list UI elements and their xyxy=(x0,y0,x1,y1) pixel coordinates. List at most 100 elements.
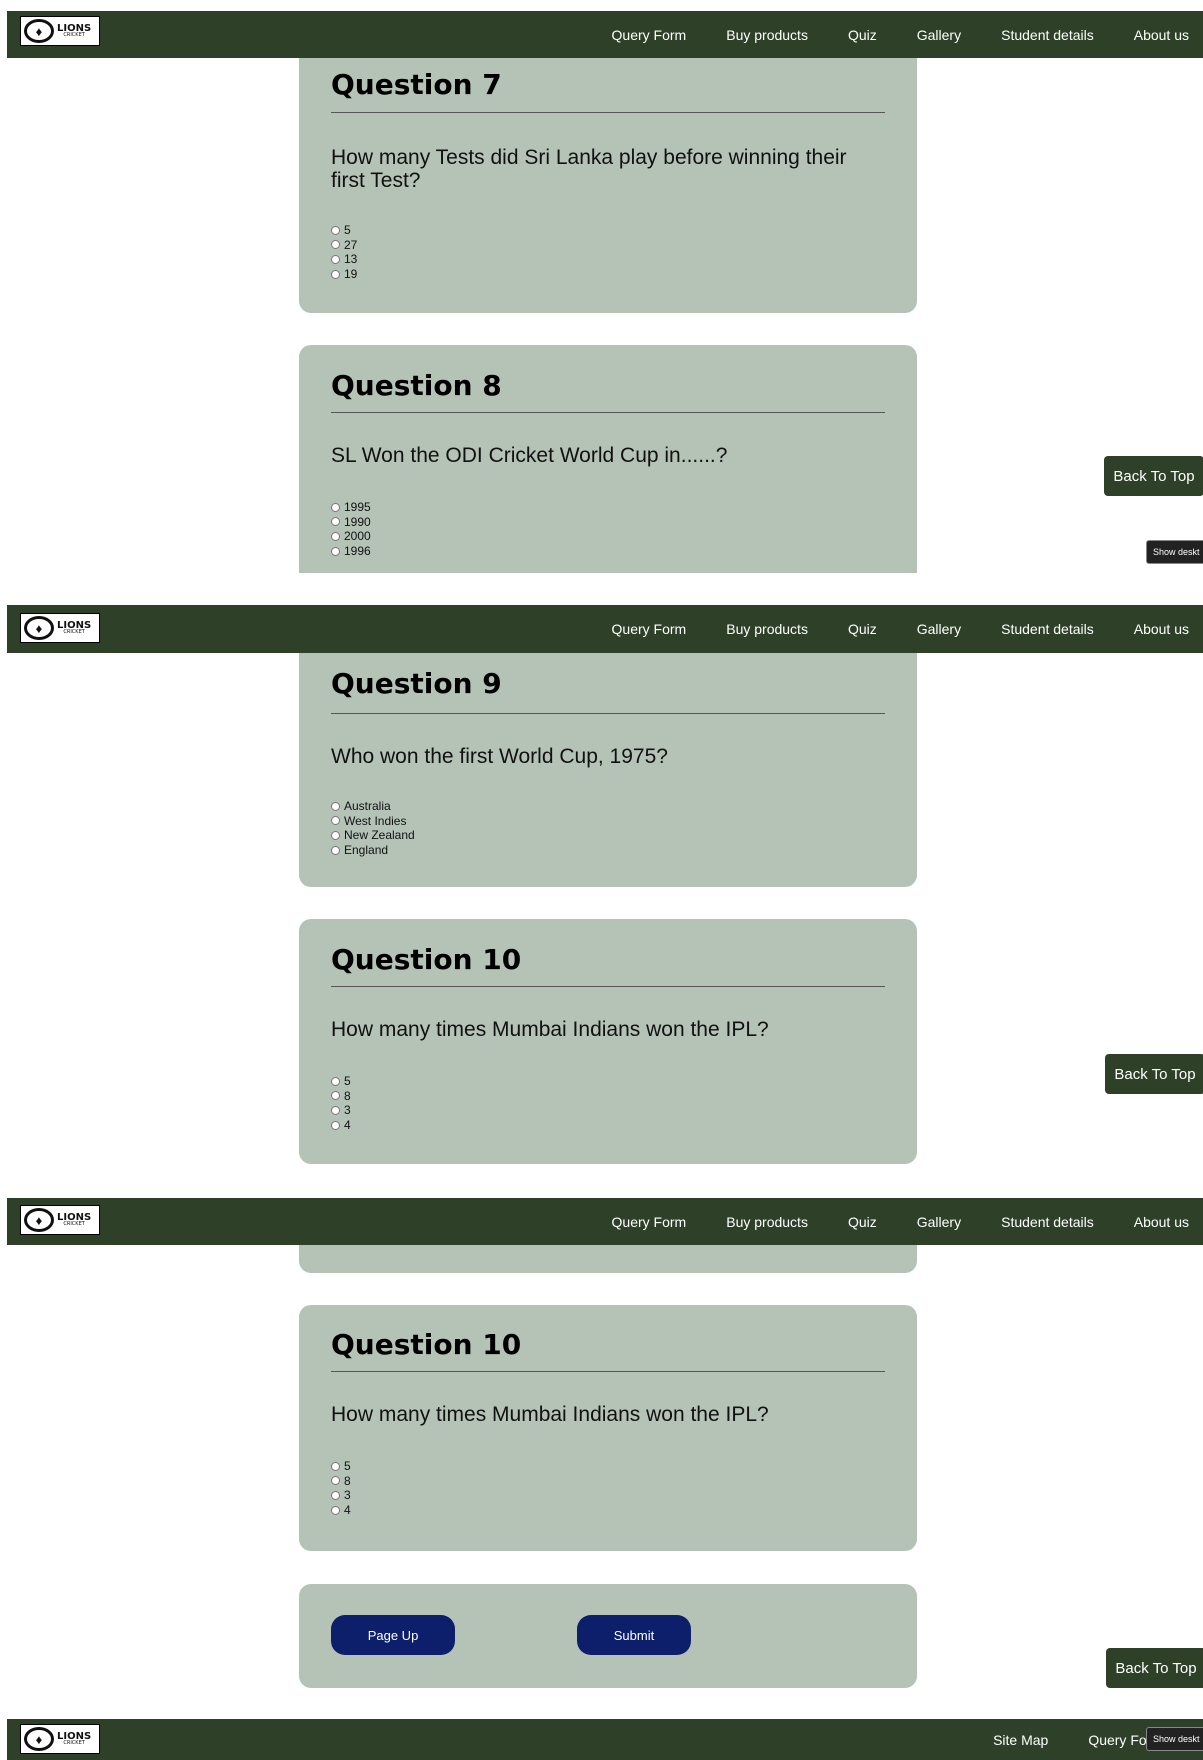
back-to-top-button[interactable]: Back To Top xyxy=(1104,456,1203,496)
nav-about-us[interactable]: About us xyxy=(1134,27,1189,43)
nav-buy-products[interactable]: Buy products xyxy=(726,27,808,43)
radio-button[interactable] xyxy=(331,1505,340,1515)
lions-logo[interactable]: ♦ LIONS CRICKET xyxy=(20,1724,100,1754)
radio-button[interactable] xyxy=(331,845,340,855)
answer-options: Australia West Indies New Zealand Englan… xyxy=(331,799,415,857)
nav-buy-products[interactable]: Buy products xyxy=(726,621,808,637)
footer-navbar: ♦ LIONS CRICKET Site Map Query Form Show d… xyxy=(7,1719,1203,1760)
lion-shield-icon: ♦ xyxy=(24,1208,54,1232)
nav-links: Query Form Buy products Quiz Gallery Stu… xyxy=(612,605,1203,653)
option-label: 19 xyxy=(344,267,358,282)
heading-divider xyxy=(331,112,885,113)
answer-option[interactable]: 1990 xyxy=(331,515,371,530)
heading-divider xyxy=(331,1371,885,1372)
nav-buy-products[interactable]: Buy products xyxy=(726,1214,808,1230)
radio-button[interactable] xyxy=(331,531,340,541)
lions-logo[interactable]: ♦ LIONS CRICKET xyxy=(20,16,100,46)
nav-student-details[interactable]: Student details xyxy=(1001,1214,1094,1230)
answer-option[interactable]: 4 xyxy=(331,1503,351,1518)
show-desktop-button[interactable]: Show deskt xyxy=(1146,1727,1203,1751)
radio-button[interactable] xyxy=(331,240,340,250)
page-up-button[interactable]: Page Up xyxy=(331,1615,455,1655)
radio-button[interactable] xyxy=(331,1476,340,1486)
radio-button[interactable] xyxy=(331,1461,340,1471)
radio-button[interactable] xyxy=(331,269,340,279)
submit-button[interactable]: Submit xyxy=(577,1615,691,1655)
lion-shield-icon: ♦ xyxy=(24,616,54,640)
top-navbar: ♦ LIONS CRICKET Query Form Buy products Qu… xyxy=(7,11,1203,58)
nav-query-form[interactable]: Query Form xyxy=(612,1214,687,1230)
nav-query-form[interactable]: Query Form xyxy=(612,621,687,637)
question-card-10-repeat: Question 10 How many times Mumbai Indian… xyxy=(299,1305,917,1551)
option-label: 4 xyxy=(344,1118,351,1133)
nav-quiz[interactable]: Quiz xyxy=(848,27,877,43)
radio-button[interactable] xyxy=(331,254,340,264)
radio-button[interactable] xyxy=(331,1120,340,1130)
nav-about-us[interactable]: About us xyxy=(1134,621,1189,637)
radio-button[interactable] xyxy=(331,1091,340,1101)
option-label: 1996 xyxy=(344,544,371,559)
answer-option[interactable]: West Indies xyxy=(331,814,415,829)
option-label: England xyxy=(344,843,389,858)
screenshot-2: Question 9 Who won the first World Cup, … xyxy=(0,605,1203,1179)
option-label: Australia xyxy=(344,799,391,814)
nav-query-form[interactable]: Query Form xyxy=(612,27,687,43)
lion-shield-icon: ♦ xyxy=(24,1727,54,1751)
radio-button[interactable] xyxy=(331,502,340,512)
answer-option[interactable]: 8 xyxy=(331,1474,351,1489)
answer-option[interactable]: 8 xyxy=(331,1089,351,1104)
radio-button[interactable] xyxy=(331,801,340,811)
nav-links: Query Form Buy products Quiz Gallery Stu… xyxy=(612,11,1203,58)
answer-option[interactable]: 3 xyxy=(331,1103,351,1118)
radio-button[interactable] xyxy=(331,1076,340,1086)
lions-logo[interactable]: ♦ LIONS CRICKET xyxy=(20,613,100,643)
answer-option[interactable]: 3 xyxy=(331,1488,351,1503)
answer-options: 5 27 13 19 xyxy=(331,223,357,281)
answer-option[interactable]: 27 xyxy=(331,238,357,253)
answer-option[interactable]: 13 xyxy=(331,252,357,267)
option-label: 3 xyxy=(344,1488,351,1503)
option-label: New Zealand xyxy=(344,828,415,843)
answer-option[interactable]: 2000 xyxy=(331,529,371,544)
lions-logo[interactable]: ♦ LIONS CRICKET xyxy=(20,1205,100,1235)
answer-option[interactable]: 1995 xyxy=(331,500,371,515)
back-to-top-button[interactable]: Back To Top xyxy=(1106,1648,1203,1688)
radio-button[interactable] xyxy=(331,1490,340,1500)
option-label: 5 xyxy=(344,1459,351,1474)
back-to-top-button[interactable]: Back To Top xyxy=(1105,1054,1203,1094)
answer-option[interactable]: Australia xyxy=(331,799,415,814)
question-card-9: Question 9 Who won the first World Cup, … xyxy=(299,641,917,887)
nav-student-details[interactable]: Student details xyxy=(1001,27,1094,43)
answer-option[interactable]: 5 xyxy=(331,1459,351,1474)
answer-options: 1995 1990 2000 1996 xyxy=(331,500,371,558)
radio-button[interactable] xyxy=(331,517,340,527)
nav-student-details[interactable]: Student details xyxy=(1001,621,1094,637)
answer-option[interactable]: 5 xyxy=(331,1074,351,1089)
nav-quiz[interactable]: Quiz xyxy=(848,1214,877,1230)
answer-option[interactable]: 4 xyxy=(331,1118,351,1133)
radio-button[interactable] xyxy=(331,816,340,826)
radio-button[interactable] xyxy=(331,225,340,235)
option-label: 13 xyxy=(344,252,358,267)
answer-option[interactable]: New Zealand xyxy=(331,828,415,843)
screenshot-3: Question 10 How many times Mumbai Indian… xyxy=(0,1198,1203,1709)
answer-option[interactable]: 5 xyxy=(331,223,357,238)
option-label: 5 xyxy=(344,1074,351,1089)
nav-gallery[interactable]: Gallery xyxy=(917,621,961,637)
option-label: West Indies xyxy=(344,813,407,828)
nav-gallery[interactable]: Gallery xyxy=(917,27,961,43)
nav-quiz[interactable]: Quiz xyxy=(848,621,877,637)
show-desktop-button[interactable]: Show deskt xyxy=(1146,540,1203,564)
answer-option[interactable]: England xyxy=(331,843,415,858)
footer-site-map[interactable]: Site Map xyxy=(993,1732,1048,1748)
radio-button[interactable] xyxy=(331,1105,340,1115)
radio-button[interactable] xyxy=(331,830,340,840)
nav-about-us[interactable]: About us xyxy=(1134,1214,1189,1230)
question-card-10: Question 10 How many times Mumbai Indian… xyxy=(299,919,917,1164)
answer-option[interactable]: 19 xyxy=(331,267,357,282)
answer-option[interactable]: 1996 xyxy=(331,544,371,559)
heading-divider xyxy=(331,412,885,413)
nav-gallery[interactable]: Gallery xyxy=(917,1214,961,1230)
radio-button[interactable] xyxy=(331,546,340,556)
question-text: How many times Mumbai Indians won the IP… xyxy=(331,1018,769,1041)
